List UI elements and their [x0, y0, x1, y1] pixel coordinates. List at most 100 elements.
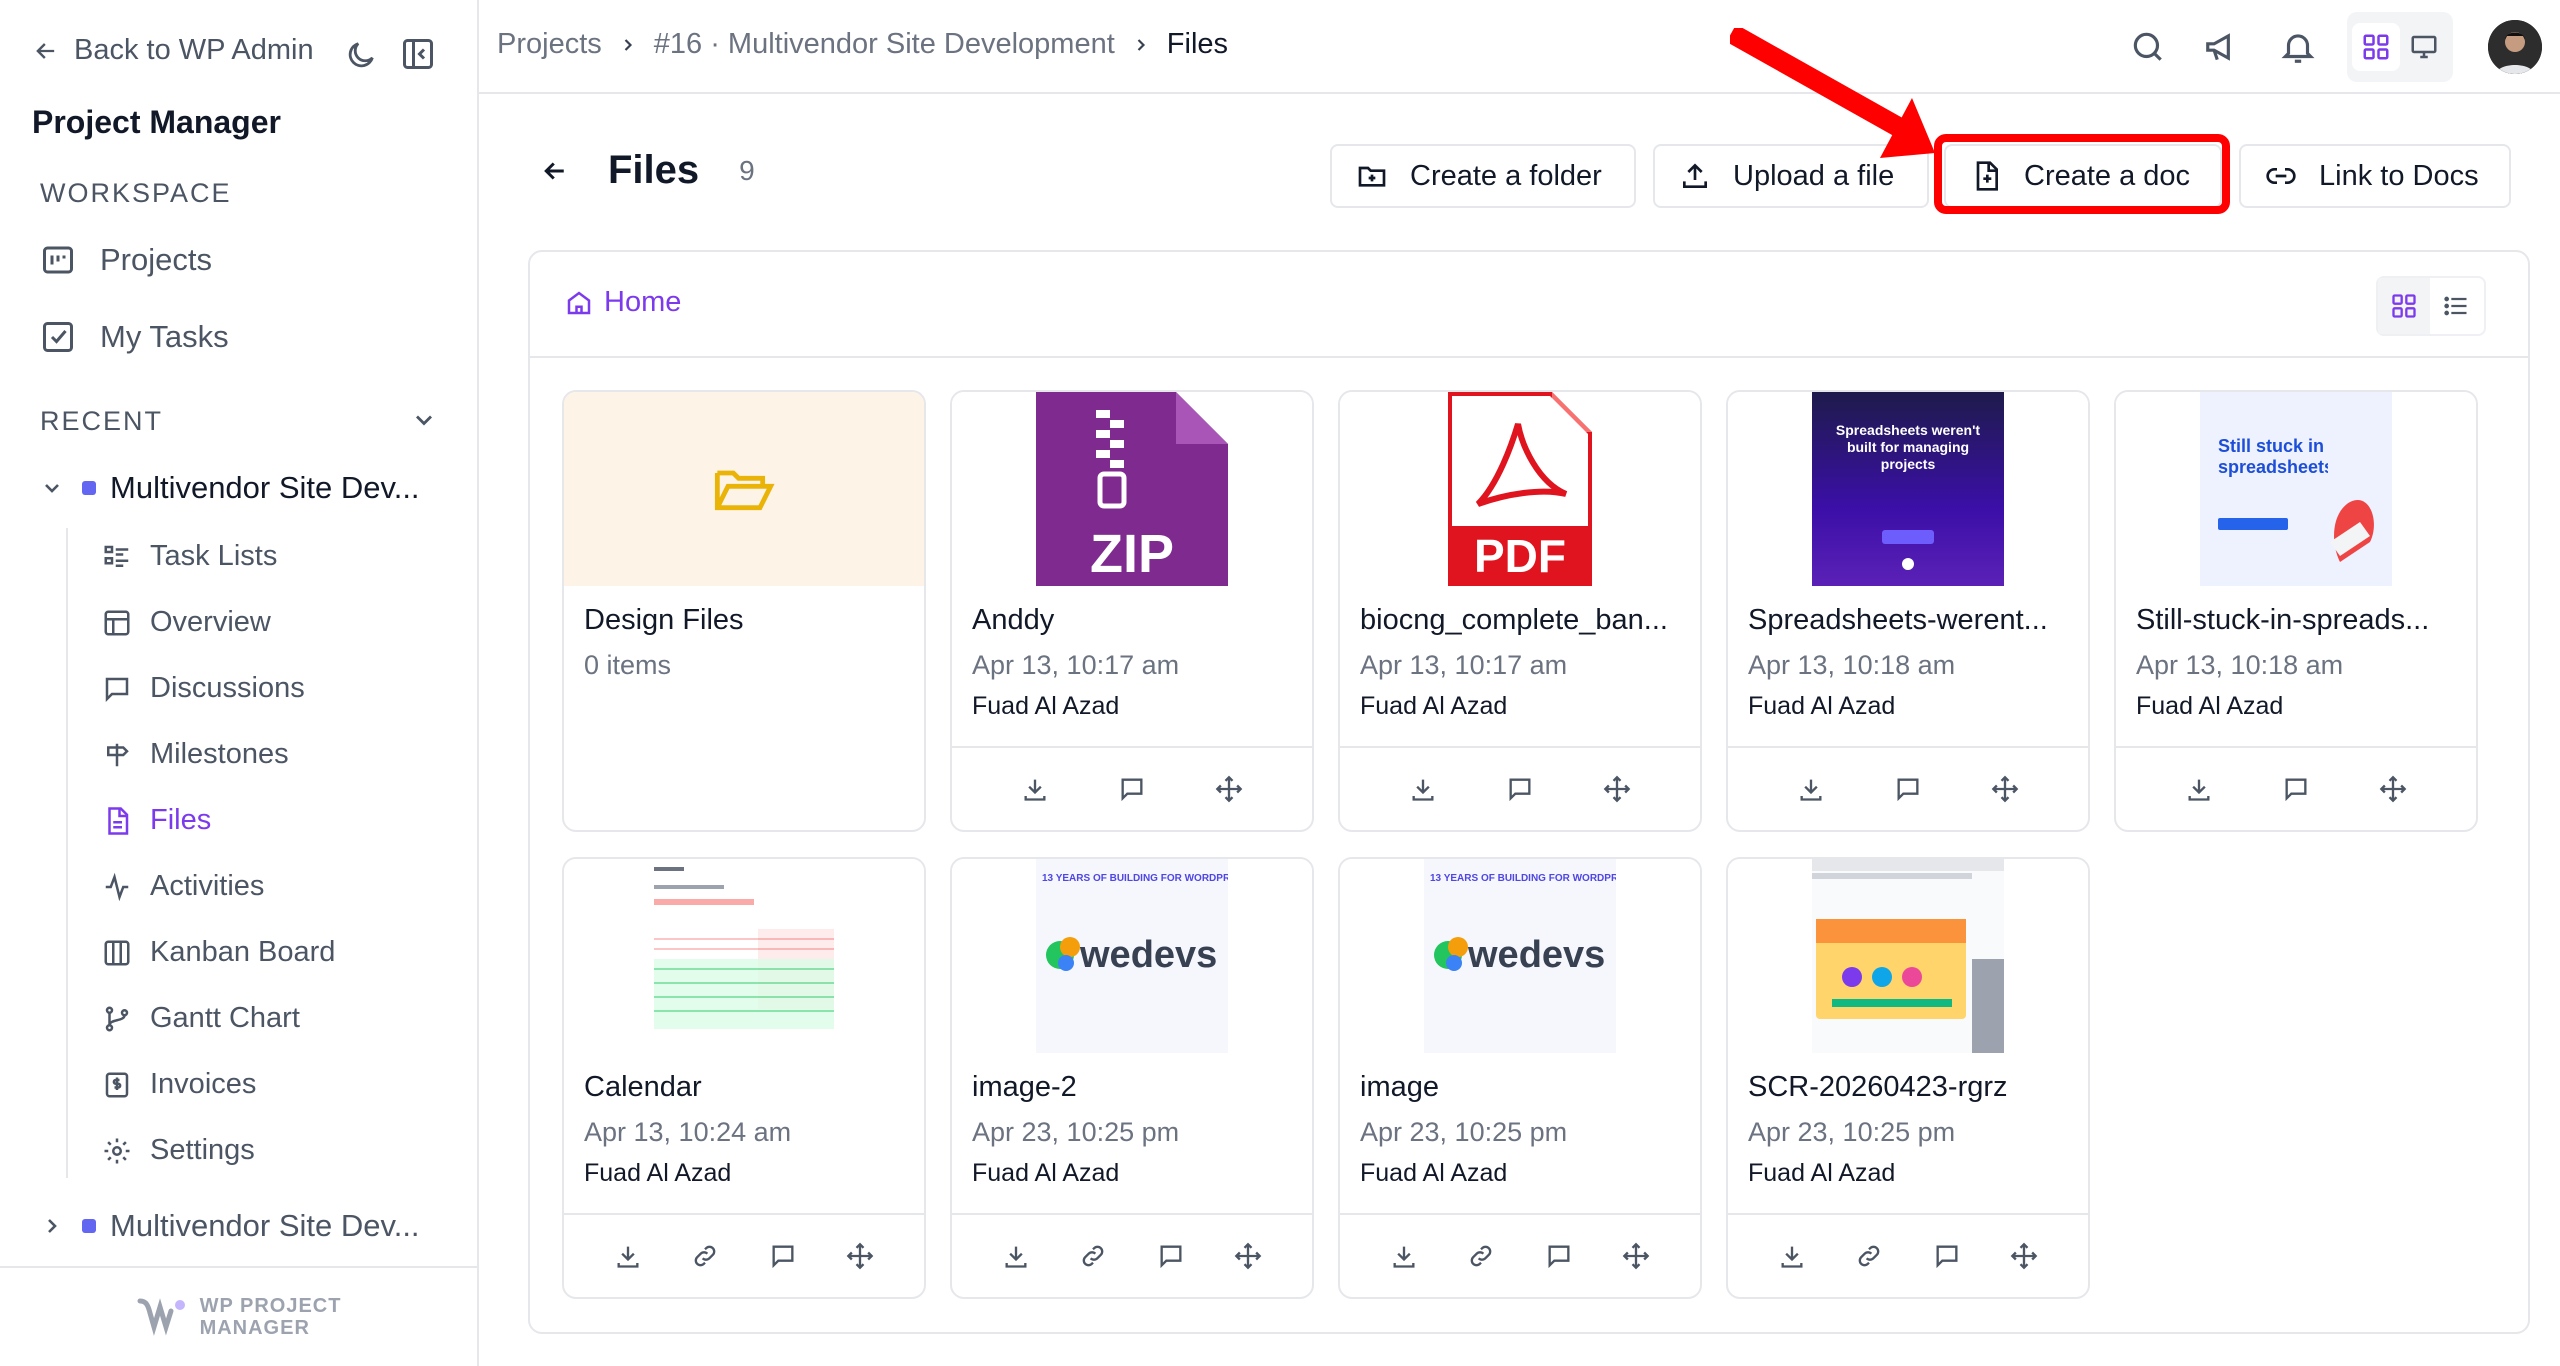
link-icon[interactable]: [1855, 1242, 1883, 1270]
file-name: biocng_complete_ban...: [1360, 604, 1668, 636]
file-card[interactable]: SCR-20260423-rgrz Apr 23, 10:25 pm Fuad …: [1726, 857, 2090, 1299]
download-icon[interactable]: [2185, 775, 2213, 803]
subnav-discussions[interactable]: Discussions: [102, 672, 305, 705]
back-arrow-icon[interactable]: [540, 156, 570, 186]
subnav-files[interactable]: Files: [102, 804, 211, 837]
file-meta: Apr 23, 10:25 pm: [1360, 1117, 1568, 1147]
page-header: Files 9: [540, 148, 755, 193]
back-to-admin-link[interactable]: Back to WP Admin: [32, 34, 314, 67]
download-icon[interactable]: [1778, 1242, 1806, 1270]
subnav-gantt[interactable]: Gantt Chart: [102, 1002, 300, 1035]
file-card[interactable]: Calendar Apr 13, 10:24 am Fuad Al Azad: [562, 857, 926, 1299]
search-icon[interactable]: [2129, 28, 2167, 66]
download-icon[interactable]: [1797, 775, 1825, 803]
file-card[interactable]: Still stuck in spreadsheets? Still-stuck…: [2114, 390, 2478, 832]
move-icon[interactable]: [1215, 775, 1243, 803]
breadcrumb: Projects #16 · Multivendor Site Developm…: [497, 28, 1228, 61]
megaphone-icon[interactable]: [2203, 28, 2241, 66]
chevron-down-icon[interactable]: [410, 406, 438, 434]
comment-icon[interactable]: [2282, 775, 2310, 803]
activity-icon: [105, 872, 129, 901]
recent-label: RECENT: [40, 406, 164, 436]
file-card[interactable]: Spreadsheets weren't built for managing …: [1726, 390, 2090, 832]
workspace-label: WORKSPACE: [40, 178, 232, 208]
chevron-down-icon: [45, 484, 59, 493]
subnav-settings[interactable]: Settings: [102, 1134, 255, 1167]
download-icon[interactable]: [614, 1242, 642, 1270]
desktop-view-toggle[interactable]: [2400, 23, 2448, 71]
subnav-invoices[interactable]: Invoices: [102, 1068, 256, 1101]
breadcrumb-projects[interactable]: Projects: [497, 28, 602, 61]
project-label: Multivendor Site Dev...: [110, 1208, 420, 1243]
gear-icon: [104, 1138, 130, 1163]
move-icon[interactable]: [1622, 1242, 1650, 1270]
monitor-icon: [2411, 35, 2437, 59]
subnav-kanban[interactable]: Kanban Board: [102, 936, 335, 969]
download-icon[interactable]: [1409, 775, 1437, 803]
move-icon[interactable]: [846, 1242, 874, 1270]
file-meta: Apr 13, 10:18 am: [1748, 650, 1956, 680]
move-icon[interactable]: [1234, 1242, 1262, 1270]
subnav-label: Settings: [150, 1134, 255, 1166]
move-icon[interactable]: [2010, 1242, 2038, 1270]
recent-project-collapsed[interactable]: Multivendor Site Dev...: [40, 1208, 420, 1244]
moon-icon[interactable]: [344, 38, 378, 72]
comment-icon[interactable]: [1894, 775, 1922, 803]
back-label: Back to WP Admin: [74, 34, 314, 66]
image-thumbnail: 13 YEARS OF BUILDING FOR WORDPRESS wedev…: [952, 859, 1312, 1053]
card-actions: [1728, 746, 2088, 830]
panel-header: Home: [530, 252, 2528, 358]
grid-icon: [2363, 34, 2389, 60]
kanban-icon: [104, 940, 130, 965]
comment-icon[interactable]: [1157, 1242, 1185, 1270]
file-card[interactable]: 13 YEARS OF BUILDING FOR WORDPRESS wedev…: [950, 857, 1314, 1299]
comment-icon[interactable]: [769, 1242, 797, 1270]
recent-project-expanded[interactable]: Multivendor Site Dev...: [40, 470, 420, 506]
file-card[interactable]: Design Files 0 items: [562, 390, 926, 832]
create-folder-button[interactable]: Create a folder: [1330, 144, 1636, 208]
subnav-milestones[interactable]: Milestones: [102, 738, 289, 771]
subnav-overview[interactable]: Overview: [102, 606, 271, 639]
nav-my-tasks[interactable]: My Tasks: [40, 319, 229, 355]
link-to-docs-button[interactable]: Link to Docs: [2239, 144, 2511, 208]
download-icon[interactable]: [1390, 1242, 1418, 1270]
project-label: Multivendor Site Dev...: [110, 470, 420, 505]
nav-projects[interactable]: Projects: [40, 242, 212, 278]
banner-text: 13 YEARS OF BUILDING FOR WORDPRESS: [1042, 873, 1228, 884]
file-card[interactable]: 13 YEARS OF BUILDING FOR WORDPRESS wedev…: [1338, 857, 1702, 1299]
comment-icon[interactable]: [1118, 775, 1146, 803]
list-layout-toggle[interactable]: [2430, 278, 2482, 334]
chevron-right-icon: [624, 38, 632, 51]
bell-icon[interactable]: [2279, 28, 2317, 66]
link-icon[interactable]: [691, 1242, 719, 1270]
comment-icon[interactable]: [1506, 775, 1534, 803]
subnav-activities[interactable]: Activities: [102, 870, 264, 903]
link-icon[interactable]: [1467, 1242, 1495, 1270]
file-name: Design Files: [584, 604, 744, 636]
move-icon[interactable]: [1603, 775, 1631, 803]
avatar[interactable]: [2488, 20, 2542, 74]
collapse-sidebar-icon[interactable]: [400, 36, 436, 72]
card-actions: [1728, 1213, 2088, 1297]
comment-icon[interactable]: [1933, 1242, 1961, 1270]
home-breadcrumb[interactable]: Home: [564, 286, 681, 319]
grid-view-toggle[interactable]: [2352, 23, 2400, 71]
git-branch-icon: [105, 1006, 129, 1031]
zip-file-icon: ZIP: [1036, 392, 1228, 586]
upload-icon: [1683, 163, 1707, 188]
comment-icon[interactable]: [1545, 1242, 1573, 1270]
move-icon[interactable]: [2379, 775, 2407, 803]
file-card[interactable]: PDF biocng_complete_ban... Apr 13, 10:17…: [1338, 390, 1702, 832]
file-owner: Fuad Al Azad: [1360, 692, 1508, 720]
file-card[interactable]: ZIP Anddy Apr 13, 10:17 am Fuad Al Azad: [950, 390, 1314, 832]
move-icon[interactable]: [1991, 775, 2019, 803]
download-icon[interactable]: [1021, 775, 1049, 803]
link-icon[interactable]: [1079, 1242, 1107, 1270]
grid-layout-toggle[interactable]: [2378, 278, 2430, 334]
message-icon: [105, 677, 129, 702]
download-icon[interactable]: [1002, 1242, 1030, 1270]
wp-project-manager-logo: WP PROJECT MANAGER: [136, 1293, 342, 1341]
subnav-task-lists[interactable]: Task Lists: [102, 540, 277, 573]
breadcrumb-project[interactable]: #16 · Multivendor Site Development: [654, 28, 1115, 61]
file-meta: Apr 23, 10:25 pm: [972, 1117, 1180, 1147]
